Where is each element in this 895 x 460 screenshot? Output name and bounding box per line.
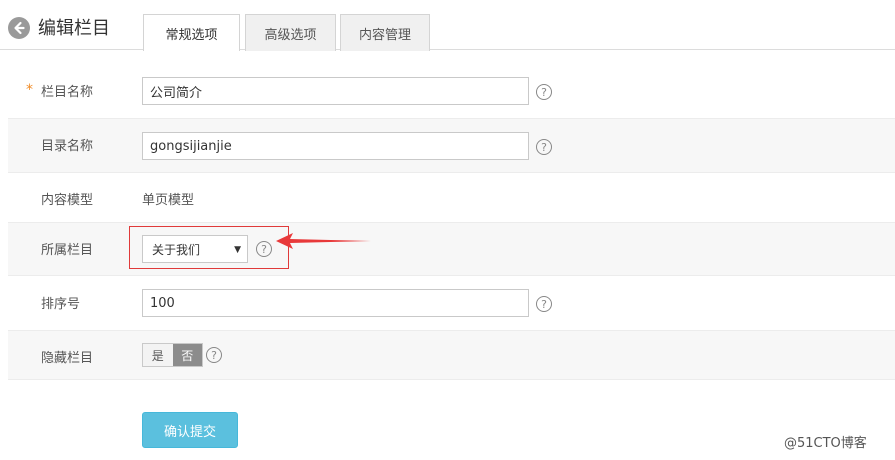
question-circle-icon[interactable]: ? (536, 139, 552, 155)
sort-number-input[interactable]: 100 (142, 289, 529, 317)
page-title: 编辑栏目 (38, 18, 110, 39)
back-arrow-icon[interactable] (8, 17, 30, 39)
form-row-directory-name: 目录名称 gongsijianjie ? (8, 119, 895, 173)
directory-name-input[interactable]: gongsijianjie (142, 132, 529, 160)
directory-name-label: 目录名称 (41, 139, 94, 154)
parent-column-select[interactable]: 关于我们 ▼ (142, 235, 248, 263)
parent-column-label: 所属栏目 (41, 243, 94, 258)
caret-down-icon: ▼ (234, 245, 241, 255)
content-model-value: 单页模型 (142, 193, 195, 208)
tab-general-options[interactable]: 常规选项 (143, 14, 240, 51)
question-circle-icon[interactable]: ? (256, 241, 272, 257)
question-circle-icon[interactable]: ? (206, 347, 222, 363)
question-circle-icon[interactable]: ? (536, 84, 552, 100)
watermark: @51CTO博客 (784, 436, 867, 451)
parent-column-selected: 关于我们 (152, 242, 201, 257)
hidden-column-toggle[interactable]: 是 否 (142, 343, 203, 367)
column-name-label: 栏目名称 (41, 85, 94, 100)
submit-button[interactable]: 确认提交 (142, 412, 238, 448)
question-circle-icon[interactable]: ? (536, 296, 552, 312)
column-name-input[interactable]: 公司简介 (142, 77, 529, 105)
toggle-no[interactable]: 否 (172, 344, 202, 366)
page-header: 编辑栏目 常规选项 高级选项 内容管理 (0, 0, 895, 51)
form-row-column-name: * 栏目名称 公司简介 ? (8, 64, 895, 119)
hidden-column-label: 隐藏栏目 (41, 351, 94, 366)
form-row-sort-number: 排序号 100 ? (8, 276, 895, 331)
required-mark: * (26, 82, 33, 98)
red-pointer-arrow (276, 233, 371, 249)
tab-content-management[interactable]: 内容管理 (340, 14, 430, 51)
tab-advanced-options[interactable]: 高级选项 (245, 14, 336, 51)
form-row-content-model: 内容模型 单页模型 (8, 173, 895, 223)
toggle-yes[interactable]: 是 (143, 344, 173, 366)
content-model-label: 内容模型 (41, 193, 94, 208)
sort-number-label: 排序号 (41, 297, 81, 312)
